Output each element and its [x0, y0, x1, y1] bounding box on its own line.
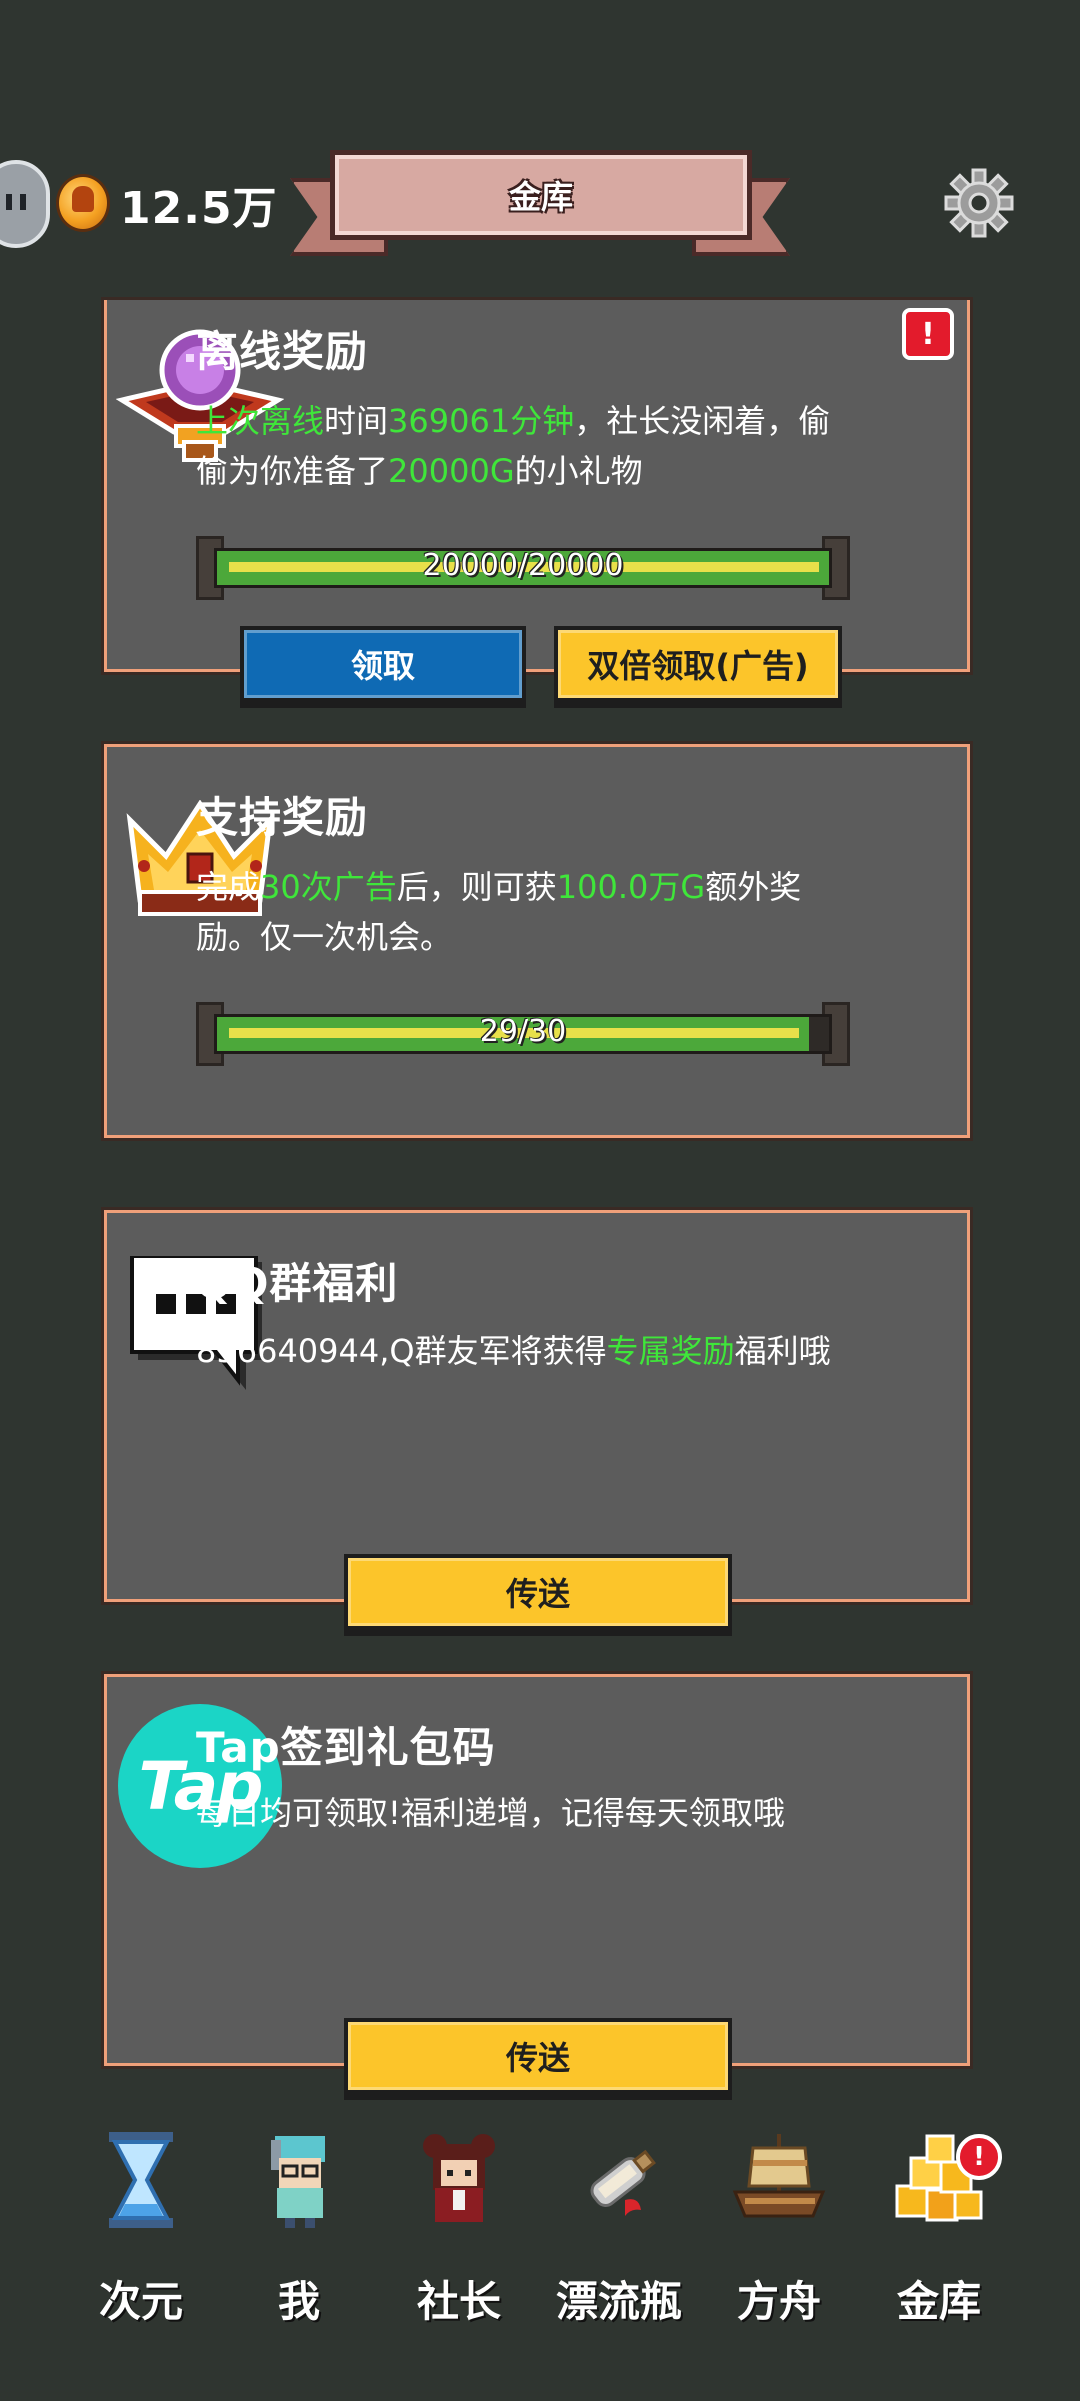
ark-ship-icon — [732, 2134, 826, 2218]
page-title-banner: 金库 — [290, 150, 790, 256]
avatar-eye — [6, 194, 12, 210]
nav-label: 方舟 — [736, 2277, 821, 2326]
support-reward-description: 完成30次广告后，则可获100.0万G额外奖励。仅一次机会。 — [196, 868, 802, 956]
support-reward-title: 支持奖励 — [196, 793, 369, 842]
offline-progress-label: 20000/20000 — [422, 548, 624, 583]
drift-bottle-icon — [590, 2149, 656, 2216]
nav-item-ark[interactable]: 方舟 — [704, 2130, 854, 2330]
nav-label: 金库 — [896, 2277, 981, 2326]
nav-label: 我 — [277, 2277, 320, 2326]
qq-group-title: QQ群福利 — [196, 1259, 399, 1308]
nav-label: 社长 — [416, 2277, 501, 2326]
qq-teleport-button[interactable]: 传送 — [344, 1554, 732, 1630]
president-icon — [423, 2134, 495, 2222]
coin-icon — [56, 174, 110, 232]
nav-alert-badge: ! — [956, 2134, 1002, 2180]
offline-progress-bar: 20000/20000 — [196, 536, 850, 600]
nav-item-drift-bottle[interactable]: 漂流瓶 — [544, 2130, 694, 2330]
qq-group-description: 856640944,Q群友军将获得专属奖励福利哦 — [196, 1332, 831, 1370]
tap-teleport-button[interactable]: 传送 — [344, 2018, 732, 2094]
nav-item-me[interactable]: 我 — [224, 2130, 374, 2330]
player-icon — [271, 2136, 325, 2228]
claim-button[interactable]: 领取 — [240, 626, 526, 702]
offline-reward-title: 离线奖励 — [196, 327, 369, 376]
avatar-eye — [20, 194, 26, 210]
tap-code-title: Tap签到礼包码 — [196, 1723, 496, 1772]
coin-amount: 12.5万 — [120, 183, 278, 234]
nav-label: 漂流瓶 — [555, 2277, 682, 2326]
nav-item-president[interactable]: 社长 — [384, 2130, 534, 2330]
hourglass-icon — [109, 2132, 173, 2228]
support-progress-bar: 29/30 — [196, 1002, 850, 1066]
support-progress-label: 29/30 — [479, 1014, 567, 1049]
double-claim-ad-button[interactable]: 双倍领取(广告) — [554, 626, 842, 702]
page-title: 金库 — [508, 178, 573, 216]
avatar[interactable] — [0, 160, 50, 248]
nav-label: 次元 — [98, 2277, 183, 2326]
alert-badge: ! — [902, 308, 954, 360]
gear-icon[interactable] — [944, 168, 1014, 238]
nav-item-dimension[interactable]: 次元 — [66, 2130, 216, 2330]
tap-code-description: 每日均可领取!福利递增，记得每天领取哦 — [196, 1794, 785, 1832]
offline-reward-description: 上次离线时间369061分钟，社长没闲着，偷偷为你准备了20000G的小礼物 — [196, 402, 831, 490]
